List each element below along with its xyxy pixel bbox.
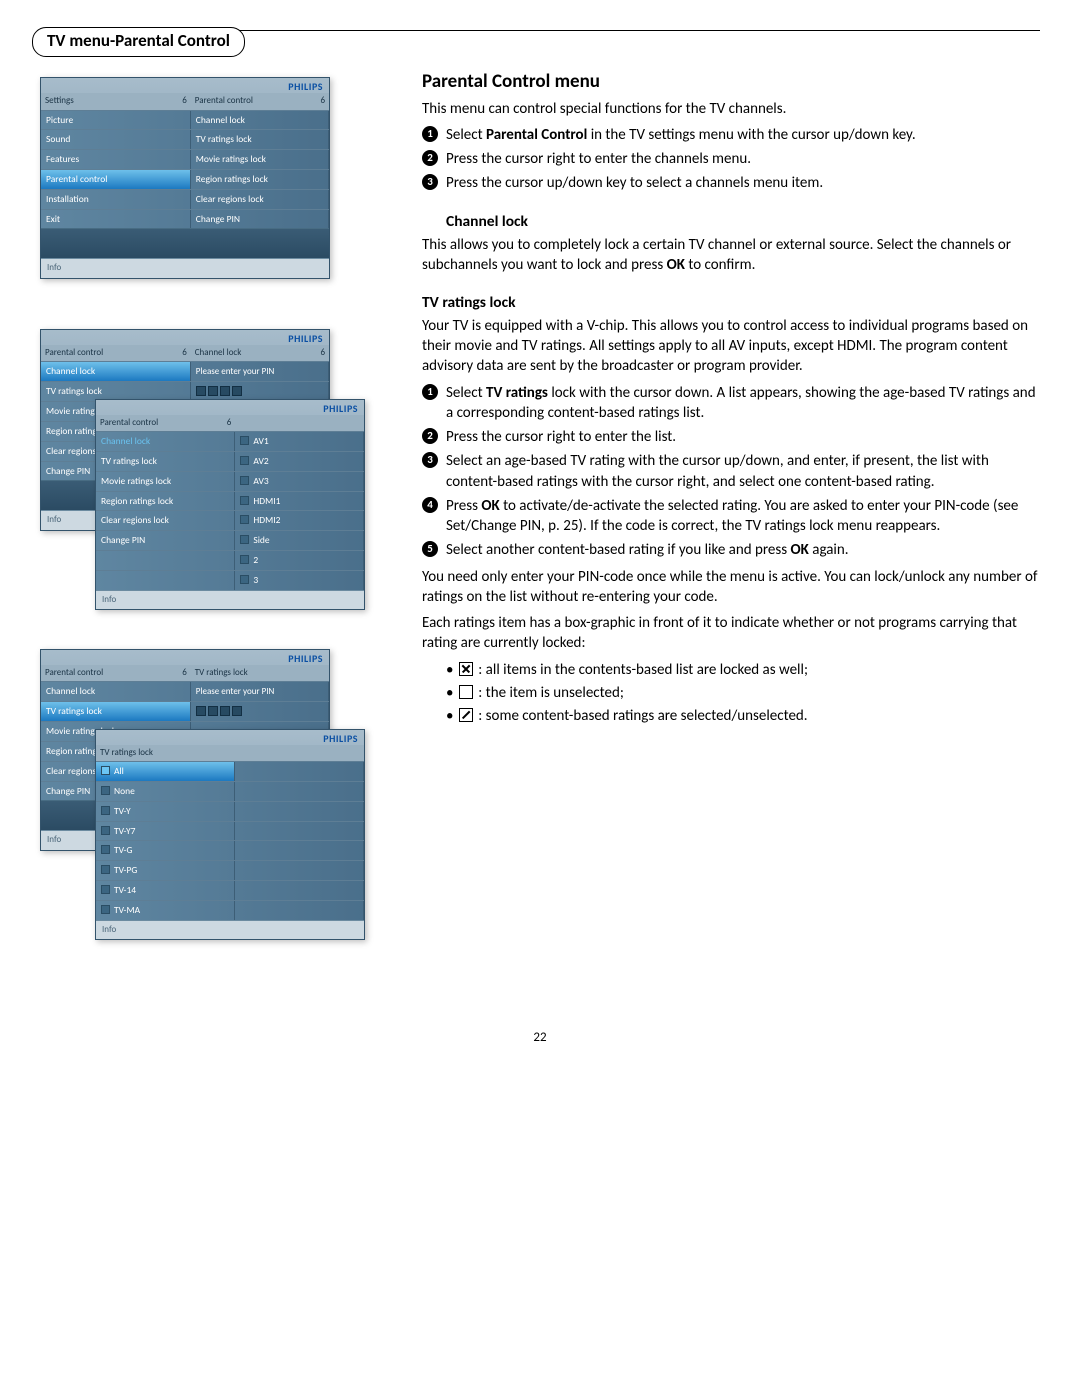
tv-ratings-steps: 1Select TV ratings lock with the cursor … xyxy=(422,383,1040,561)
section-badge: TV menu-Parental Control xyxy=(32,27,245,57)
tv-ratings-body: Your TV is equipped with a V-chip. This … xyxy=(422,316,1040,377)
locked-box-icon xyxy=(459,662,473,676)
brand-logo: PHILIPS xyxy=(41,78,329,94)
box-intro: Each ratings item has a box-graphic in f… xyxy=(422,613,1040,654)
tv-screenshot-1: PHILIPS Settings6 Parental control6 Pict… xyxy=(40,77,330,279)
top-steps: 1Select Parental Control in the TV setti… xyxy=(422,125,1040,194)
tv-ratings-heading: TV ratings lock xyxy=(422,293,1040,314)
step-num-icon: 3 xyxy=(422,452,438,468)
channel-lock-body: This allows you to completely lock a cer… xyxy=(422,235,1040,276)
text-column: Parental Control menu This menu can cont… xyxy=(422,63,1040,999)
step-num-icon: 5 xyxy=(422,541,438,557)
box-legend: • : all items in the contents-based list… xyxy=(446,660,1040,727)
step-num-icon: 2 xyxy=(422,150,438,166)
empty-box-icon xyxy=(459,685,473,699)
step-num-icon: 1 xyxy=(422,126,438,142)
step-num-icon: 2 xyxy=(422,428,438,444)
page-number: 22 xyxy=(40,1029,1040,1047)
intro-text: This menu can control special functions … xyxy=(422,99,1040,119)
step-num-icon: 4 xyxy=(422,497,438,513)
step-num-icon: 1 xyxy=(422,384,438,400)
partial-box-icon xyxy=(459,708,473,722)
screenshots-column: PHILIPS Settings6 Parental control6 Pict… xyxy=(40,63,400,999)
tv-screenshot-3b: PHILIPS TV ratings lock All None TV-Y TV… xyxy=(95,729,365,940)
tv-screenshot-2b: PHILIPS Parental control6 Channel lockAV… xyxy=(95,399,365,610)
pin-once-note: You need only enter your PIN-code once w… xyxy=(422,567,1040,608)
step-num-icon: 3 xyxy=(422,174,438,190)
channel-lock-heading: Channel lock xyxy=(446,212,1040,233)
page-title: Parental Control menu xyxy=(422,69,1040,95)
